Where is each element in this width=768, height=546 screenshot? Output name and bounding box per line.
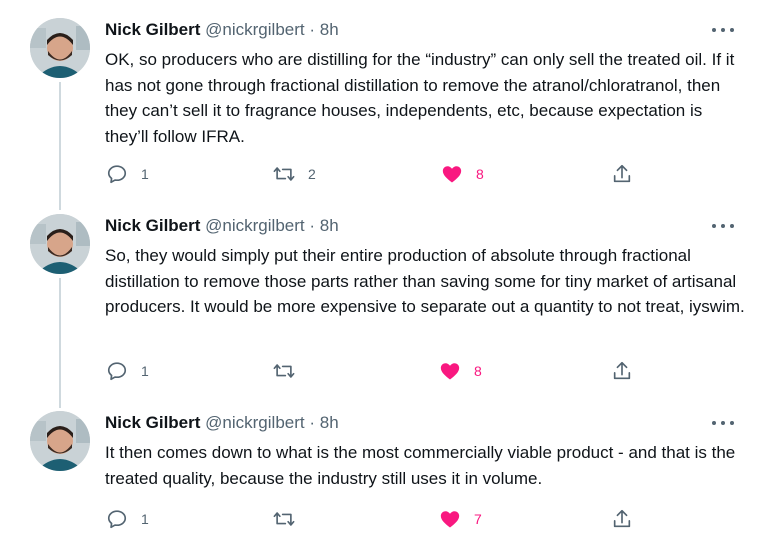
author-handle[interactable]: @nickrgilbert: [205, 20, 304, 39]
more-icon[interactable]: [712, 417, 734, 429]
retweet-count: 2: [308, 166, 316, 182]
more-icon[interactable]: [712, 220, 734, 232]
tweet-text: So, they would simply put their entire p…: [105, 246, 745, 316]
share-button[interactable]: [611, 161, 633, 187]
share-icon: [613, 509, 631, 528]
reply-count: 1: [141, 511, 149, 527]
author-name[interactable]: Nick Gilbert: [105, 20, 200, 39]
share-button[interactable]: [611, 358, 633, 384]
reply-button[interactable]: 1: [106, 506, 149, 532]
author-handle[interactable]: @nickrgilbert: [205, 216, 304, 235]
action-bar: 1 8: [0, 358, 768, 384]
avatar[interactable]: [30, 411, 90, 471]
tweet-text: OK, so producers who are distilling for …: [105, 50, 735, 146]
action-bar: 1 7: [0, 506, 768, 532]
heart-icon: [440, 363, 460, 380]
author-name[interactable]: Nick Gilbert: [105, 216, 200, 235]
action-bar: 1 2 8: [0, 161, 768, 187]
tweet-1[interactable]: Nick Gilbert @nickrgilbert · 8h OK, so p…: [0, 0, 768, 200]
separator: ·: [309, 216, 316, 235]
reply-count: 1: [141, 166, 149, 182]
tweet-3[interactable]: Nick Gilbert @nickrgilbert · 8h It then …: [0, 393, 768, 546]
heart-icon: [440, 511, 460, 528]
retweet-button[interactable]: [273, 506, 308, 532]
reply-icon: [107, 510, 127, 529]
timestamp[interactable]: 8h: [320, 20, 339, 39]
reply-button[interactable]: 1: [106, 161, 149, 187]
like-button[interactable]: 8: [441, 161, 484, 187]
separator: ·: [309, 20, 316, 39]
avatar[interactable]: [30, 18, 90, 78]
like-count: 8: [474, 363, 482, 379]
share-icon: [613, 361, 631, 380]
tweet-text: It then comes down to what is the most c…: [105, 443, 736, 488]
like-count: 8: [476, 166, 484, 182]
separator: ·: [309, 413, 316, 432]
timestamp[interactable]: 8h: [320, 413, 339, 432]
avatar[interactable]: [30, 214, 90, 274]
like-count: 7: [474, 511, 482, 527]
retweet-icon: [273, 364, 295, 378]
timestamp[interactable]: 8h: [320, 216, 339, 235]
retweet-button[interactable]: [273, 358, 308, 384]
tweet-header: Nick Gilbert @nickrgilbert · 8h: [105, 216, 339, 236]
tweet-2[interactable]: Nick Gilbert @nickrgilbert · 8h So, they…: [0, 196, 768, 396]
reply-count: 1: [141, 363, 149, 379]
reply-icon: [107, 165, 127, 184]
retweet-icon: [273, 167, 295, 181]
tweet-header: Nick Gilbert @nickrgilbert · 8h: [105, 413, 339, 433]
share-icon: [613, 164, 631, 183]
more-icon[interactable]: [712, 24, 734, 36]
author-handle[interactable]: @nickrgilbert: [205, 413, 304, 432]
heart-icon: [442, 166, 462, 183]
tweet-header: Nick Gilbert @nickrgilbert · 8h: [105, 20, 339, 40]
share-button[interactable]: [611, 506, 633, 532]
like-button[interactable]: 7: [439, 506, 482, 532]
like-button[interactable]: 8: [439, 358, 482, 384]
retweet-icon: [273, 512, 295, 526]
reply-button[interactable]: 1: [106, 358, 149, 384]
reply-icon: [107, 362, 127, 381]
author-name[interactable]: Nick Gilbert: [105, 413, 200, 432]
retweet-button[interactable]: 2: [273, 161, 316, 187]
